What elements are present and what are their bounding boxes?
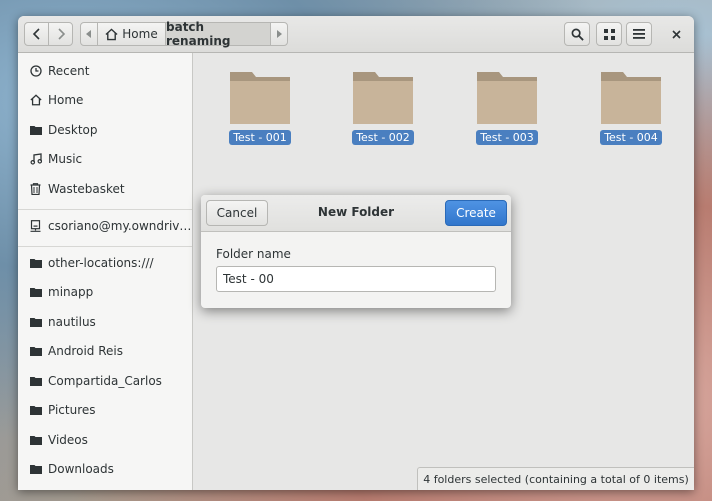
sidebar-item-label: Recent	[48, 63, 90, 78]
sidebar-item-label: csoriano@my.owndriv…	[48, 218, 192, 233]
folder-icon	[230, 72, 290, 124]
sidebar-item-videos[interactable]: Videos	[18, 425, 192, 454]
new-folder-dialog: Cancel New Folder Create Folder name	[201, 195, 511, 308]
triangle-right-icon	[277, 30, 282, 38]
grid-view-icon	[603, 28, 615, 40]
hamburger-menu-icon	[633, 29, 645, 39]
create-button[interactable]: Create	[445, 200, 507, 226]
sidebar-item-recent[interactable]: Recent	[18, 56, 192, 85]
folder-item[interactable]: Test - 001	[220, 68, 300, 145]
folder-name: Test - 001	[229, 130, 291, 145]
chevron-right-icon	[57, 28, 65, 40]
sidebar-item-network-drive[interactable]: csoriano@my.owndriv…	[18, 211, 192, 240]
path-scroll-left-button[interactable]	[80, 22, 98, 46]
path-item-current[interactable]: batch renaming	[165, 20, 271, 48]
sidebar-item-music[interactable]: Music	[18, 144, 192, 173]
sidebar: Recent Home Desktop Music Wastebasket cs…	[18, 53, 193, 490]
dialog-header: Cancel New Folder Create	[201, 195, 511, 232]
back-button[interactable]	[24, 22, 49, 46]
folder-name: Test - 004	[600, 130, 662, 145]
sidebar-item-downloads[interactable]: Downloads	[18, 454, 192, 483]
home-icon	[105, 27, 118, 40]
triangle-left-icon	[86, 30, 91, 38]
folder-name: Test - 002	[352, 130, 414, 145]
trash-icon	[29, 182, 42, 195]
folder-name-input[interactable]	[216, 266, 496, 292]
close-button[interactable]	[666, 24, 686, 44]
sidebar-item-other-locations[interactable]: other-locations:///	[18, 248, 192, 277]
folder-item[interactable]: Test - 003	[467, 68, 547, 145]
path-current-label: batch renaming	[166, 20, 231, 48]
status-text: 4 folders selected (containing a total o…	[423, 472, 689, 486]
sidebar-item-pictures[interactable]: Pictures	[18, 395, 192, 424]
sidebar-item-minapp[interactable]: minapp	[18, 277, 192, 306]
folder-item[interactable]: Test - 002	[343, 68, 423, 145]
folder-icon	[353, 72, 413, 124]
folder-icon	[29, 374, 42, 387]
folder-name: Test - 003	[476, 130, 538, 145]
sidebar-item-android-reis[interactable]: Android Reis	[18, 336, 192, 365]
sidebar-item-label: Wastebasket	[48, 181, 125, 196]
search-button[interactable]	[564, 22, 590, 46]
network-drive-icon	[29, 219, 42, 232]
folder-icon	[29, 462, 42, 475]
folder-icon	[29, 123, 42, 136]
chevron-left-icon	[32, 28, 40, 40]
folder-icon	[29, 256, 42, 269]
sidebar-item-label: Videos	[48, 432, 88, 447]
create-label: Create	[456, 206, 496, 220]
clock-icon	[29, 64, 42, 77]
path-scroll-right-button[interactable]	[270, 22, 288, 46]
view-toggle-button[interactable]	[596, 22, 622, 46]
path-item-home[interactable]: Home	[97, 22, 166, 46]
sidebar-item-home[interactable]: Home	[18, 85, 192, 114]
sidebar-item-label: Music	[48, 151, 83, 166]
folder-item[interactable]: Test - 004	[591, 68, 671, 145]
path-bar: Home batch renaming	[80, 20, 288, 48]
sidebar-item-label: Desktop	[48, 122, 98, 137]
home-icon	[29, 93, 42, 106]
sidebar-item-wastebasket[interactable]: Wastebasket	[18, 174, 192, 203]
folder-icon	[477, 72, 537, 124]
sidebar-item-label: Compartida_Carlos	[48, 373, 162, 388]
music-icon	[29, 152, 42, 165]
sidebar-item-label: Home	[48, 92, 84, 107]
sidebar-separator	[18, 246, 192, 247]
forward-button[interactable]	[48, 22, 73, 46]
sidebar-item-label: Downloads	[48, 461, 114, 476]
sidebar-item-label: Pictures	[48, 402, 96, 417]
folder-icon	[29, 433, 42, 446]
search-icon	[571, 28, 584, 41]
sidebar-item-label: minapp	[48, 284, 94, 299]
sidebar-item-label: Android Reis	[48, 343, 123, 358]
close-icon	[671, 29, 681, 39]
folder-icon	[29, 403, 42, 416]
folder-icon	[601, 72, 661, 124]
sidebar-separator	[18, 209, 192, 210]
status-bar: 4 folders selected (containing a total o…	[417, 467, 694, 490]
header-bar: Home batch renaming	[18, 16, 694, 53]
folder-icon	[29, 315, 42, 328]
folder-icon	[29, 344, 42, 357]
sidebar-item-label: other-locations:///	[48, 255, 154, 270]
sidebar-item-desktop[interactable]: Desktop	[18, 115, 192, 144]
menu-button[interactable]	[626, 22, 652, 46]
folder-icon	[29, 285, 42, 298]
path-home-label: Home	[122, 27, 158, 41]
sidebar-item-compartida-carlos[interactable]: Compartida_Carlos	[18, 366, 192, 395]
sidebar-item-nautilus[interactable]: nautilus	[18, 307, 192, 336]
sidebar-item-label: nautilus	[48, 314, 96, 329]
folder-name-label: Folder name	[216, 247, 291, 261]
